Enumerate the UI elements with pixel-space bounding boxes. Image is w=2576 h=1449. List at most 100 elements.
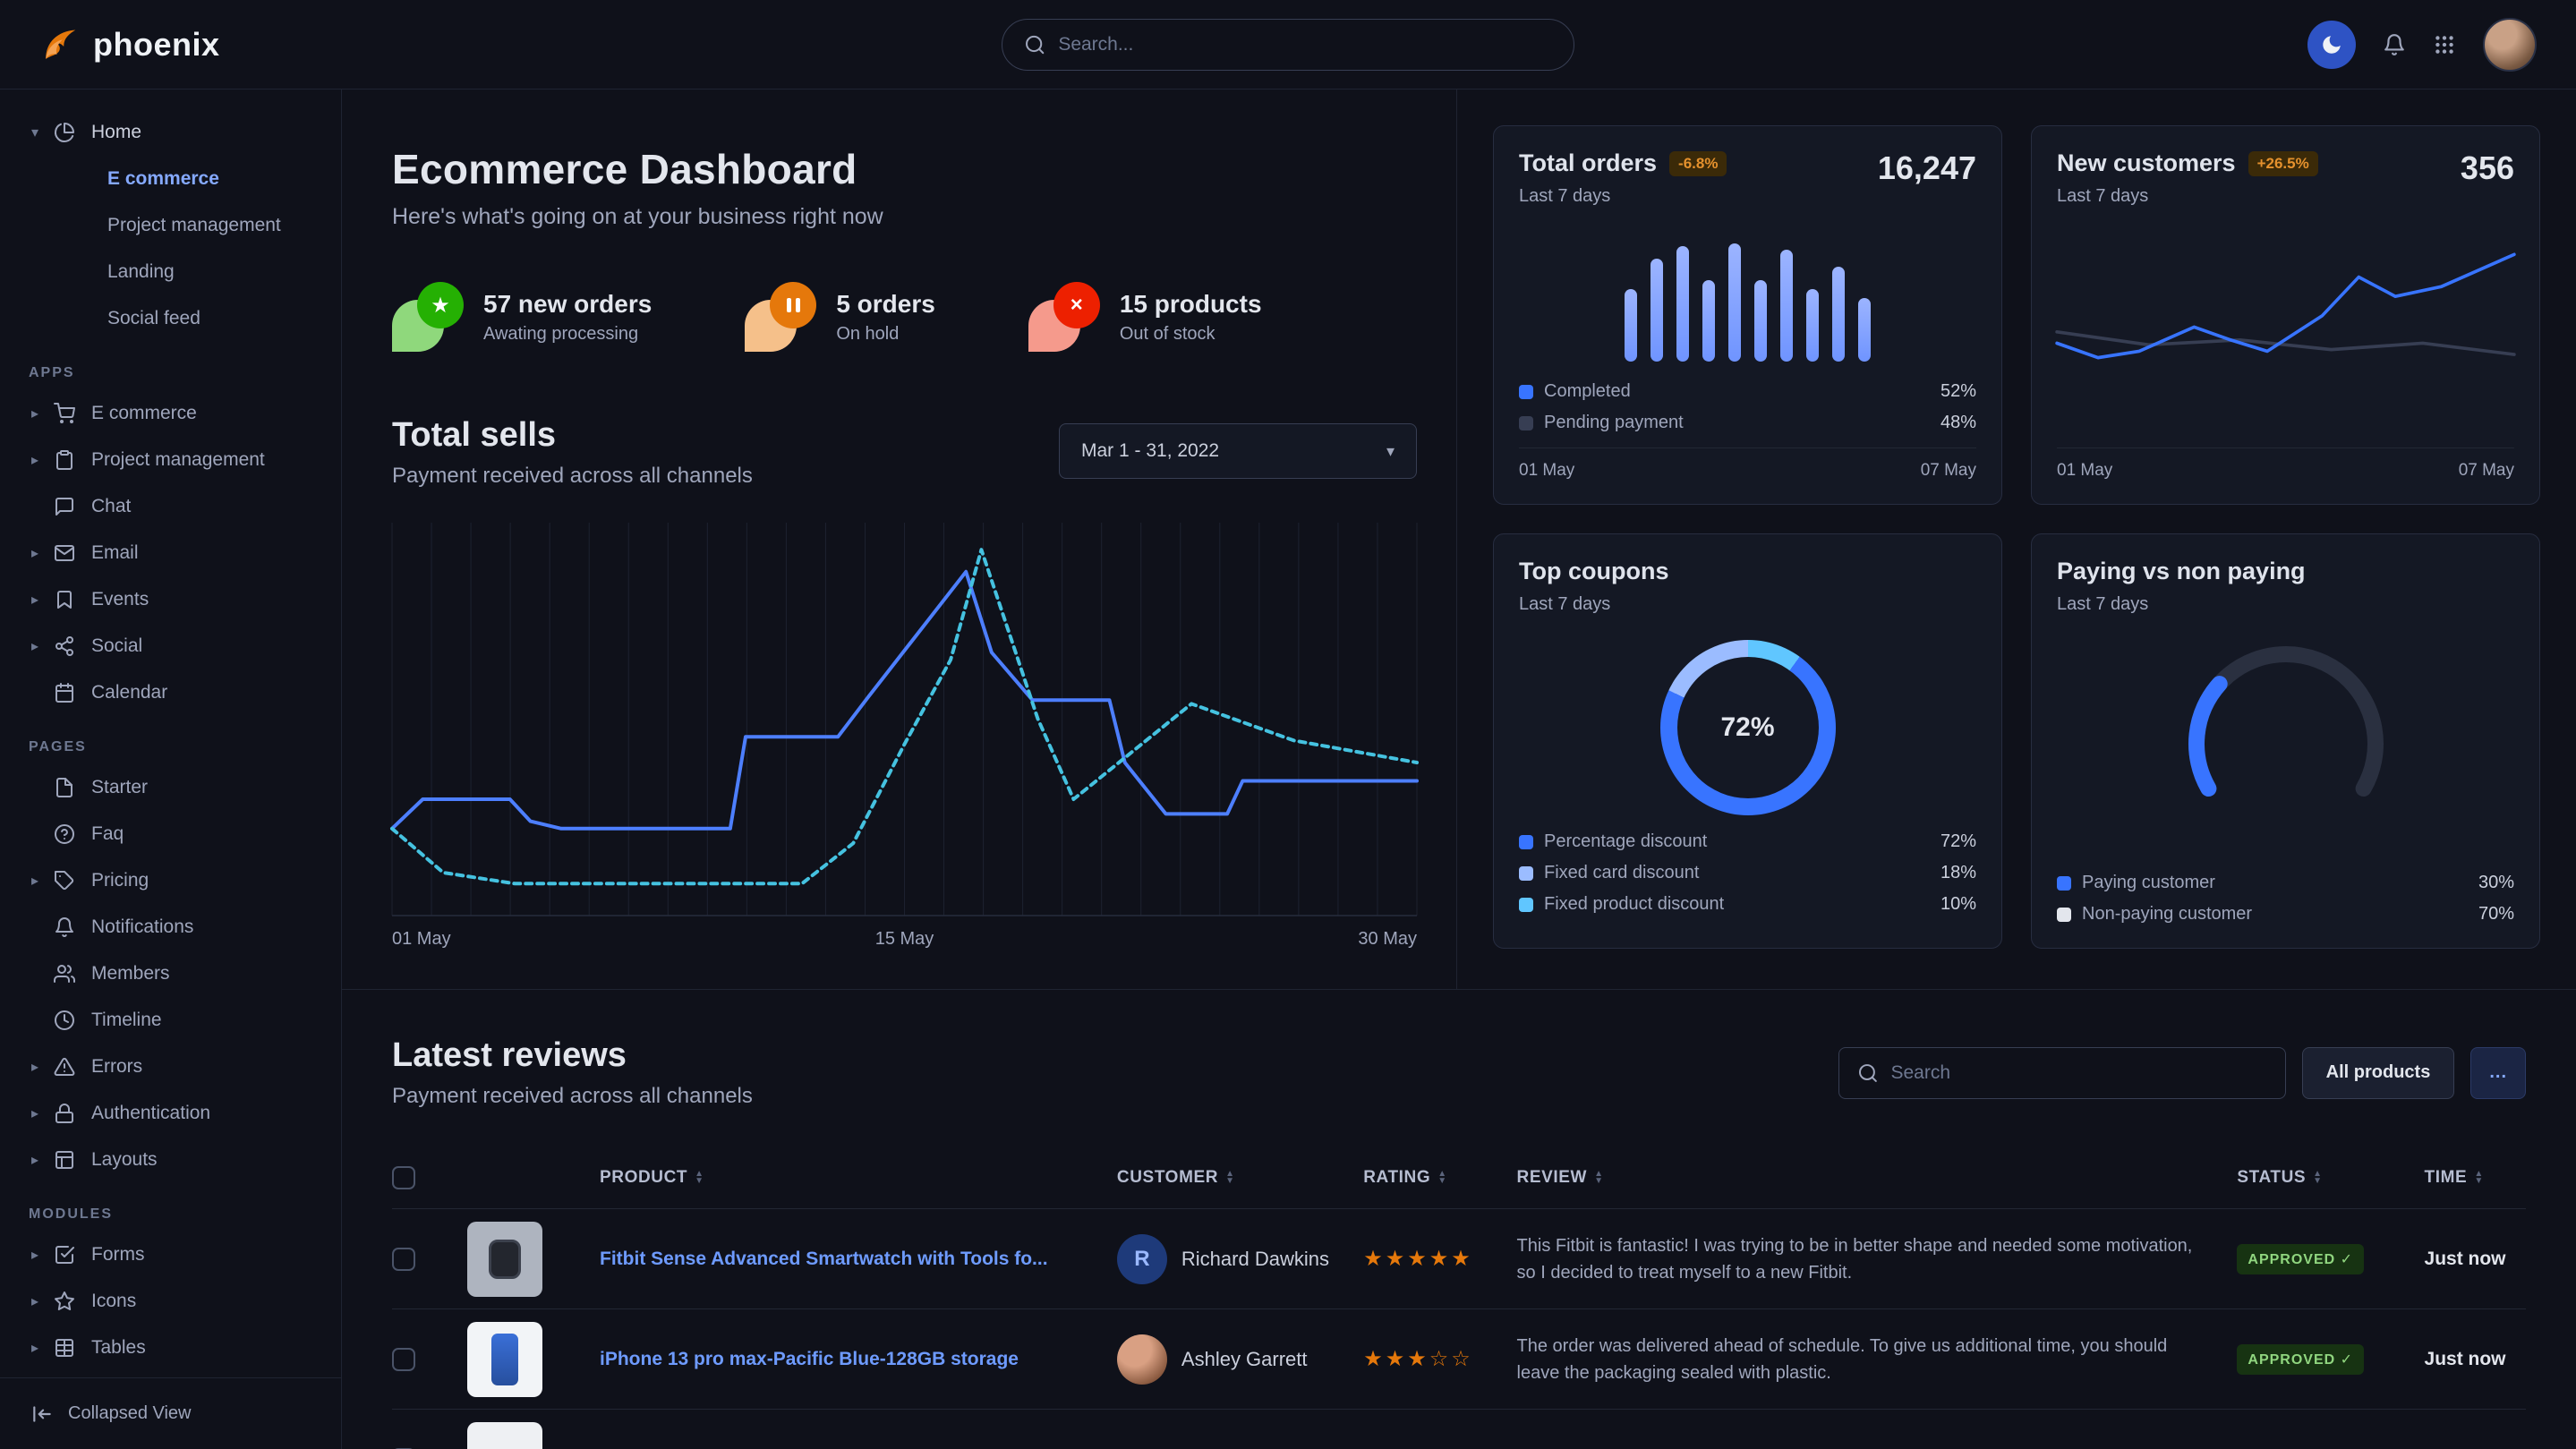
sidebar-item-landing[interactable]: Landing [27, 249, 318, 295]
donut-center-value: 72% [1720, 712, 1774, 743]
stats-row: ★57 new ordersAwating processing5 orders… [392, 282, 1417, 352]
sidebar-item-tables[interactable]: ▸Tables [27, 1325, 318, 1371]
all-products-button[interactable]: All products [2302, 1047, 2455, 1099]
sidebar-item-layouts[interactable]: ▸Layouts [27, 1137, 318, 1183]
legend-chip [1519, 835, 1533, 849]
sidebar-item-social[interactable]: ▸Social [27, 623, 318, 669]
legend-label: Non-paying customer [2082, 904, 2252, 925]
clipboard-icon [54, 449, 81, 471]
product-image-shape [489, 1240, 521, 1279]
sidebar-item-label: Home [91, 122, 141, 143]
stat-caption: Awating processing [483, 324, 652, 345]
sidebar-item-home[interactable]: ▾Home [27, 109, 318, 156]
column-label: STATUS [2237, 1168, 2306, 1188]
sidebar-item-email[interactable]: ▸Email [27, 530, 318, 576]
reviews-search-input[interactable] [1891, 1062, 2267, 1084]
calendar-icon [54, 682, 81, 703]
date-range-select[interactable]: Mar 1 - 31, 2022 ▾ [1059, 423, 1417, 479]
user-avatar[interactable] [2483, 18, 2537, 72]
sidebar-item-members[interactable]: Members [27, 950, 318, 997]
column-label: PRODUCT [600, 1168, 687, 1188]
share-icon [54, 635, 81, 657]
total-sells-subtitle: Payment received across all channels [392, 464, 753, 489]
paying-card: Paying vs non paying Last 7 days Paying … [2031, 533, 2540, 949]
time-cell: Just now [2425, 1349, 2526, 1370]
sidebar-item-components[interactable]: ▸Components [27, 1371, 318, 1377]
sidebar-item-e-commerce[interactable]: ▸E commerce [27, 390, 318, 437]
sidebar-item-social-feed[interactable]: Social feed [27, 295, 318, 342]
column-header-review[interactable]: REVIEW▲▼ [1517, 1168, 2220, 1188]
card-period: Last 7 days [2057, 186, 2318, 207]
more-options-button[interactable]: ... [2470, 1047, 2526, 1099]
sidebar-item-timeline[interactable]: Timeline [27, 997, 318, 1044]
sidebar-item-faq[interactable]: Faq [27, 811, 318, 857]
sidebar-item-label: Notifications [91, 916, 193, 938]
theme-toggle-button[interactable] [2307, 21, 2356, 69]
column-header-time[interactable]: TIME▲▼ [2425, 1168, 2526, 1188]
alert-icon [54, 1056, 81, 1078]
brand[interactable]: phoenix [39, 24, 220, 65]
apps-grid-button[interactable] [2433, 33, 2456, 56]
product-link[interactable]: Fitbit Sense Advanced Smartwatch with To… [600, 1249, 1099, 1270]
shell: ▾HomeE commerceProject managementLanding… [0, 89, 2576, 1449]
sidebar-item-starter[interactable]: Starter [27, 764, 318, 811]
total-sells-header: Total sells Payment received across all … [392, 416, 1417, 489]
clock-icon [54, 1010, 81, 1031]
global-search-input[interactable] [1058, 34, 1552, 55]
sort-icon: ▲▼ [2474, 1171, 2484, 1185]
row-checkbox[interactable] [392, 1248, 415, 1271]
legend-label: Pending payment [1544, 413, 1684, 433]
customer-avatar [1117, 1334, 1167, 1385]
product-link[interactable]: iPhone 13 pro max-Pacific Blue-128GB sto… [600, 1349, 1099, 1370]
status-cell: APPROVED ✓ [2237, 1344, 2406, 1375]
new-customers-x-axis: 01 May 07 May [2057, 447, 2514, 481]
global-search[interactable] [1002, 19, 1574, 71]
sidebar-item-icons[interactable]: ▸Icons [27, 1278, 318, 1325]
sidebar-item-project-management[interactable]: Project management [27, 202, 318, 249]
sidebar-item-events[interactable]: ▸Events [27, 576, 318, 623]
sidebar-item-calendar[interactable]: Calendar [27, 669, 318, 716]
sidebar-item-label: Email [91, 542, 139, 564]
chevron-right-icon: ▸ [27, 637, 43, 655]
latest-reviews-section: Latest reviews Payment received across a… [342, 990, 2576, 1449]
legend-chip [1519, 416, 1533, 430]
order-bar [1858, 298, 1871, 362]
row-checkbox[interactable] [392, 1348, 415, 1371]
legend-chip [2057, 876, 2071, 891]
sidebar-item-chat[interactable]: Chat [27, 483, 318, 530]
column-header-status[interactable]: STATUS▲▼ [2237, 1168, 2406, 1188]
legend-value: 70% [2478, 904, 2514, 925]
total-sells-chart [392, 523, 1417, 916]
review-row: iPhone 13 pro max-Pacific Blue-128GB sto… [392, 1309, 2526, 1410]
sidebar-item-project-management[interactable]: ▸Project management [27, 437, 318, 483]
column-header-rating[interactable]: RATING▲▼ [1363, 1168, 1498, 1188]
sidebar-item-pricing[interactable]: ▸Pricing [27, 857, 318, 904]
reviews-search[interactable] [1838, 1047, 2286, 1099]
sidebar-item-forms[interactable]: ▸Forms [27, 1232, 318, 1278]
card-period: Last 7 days [1519, 186, 1727, 207]
sidebar-item-authentication[interactable]: ▸Authentication [27, 1090, 318, 1137]
sidebar-item-e-commerce[interactable]: E commerce [27, 156, 318, 202]
review-text: This Fitbit is fantastic! I was trying t… [1517, 1232, 2220, 1286]
sidebar-item-errors[interactable]: ▸Errors [27, 1044, 318, 1090]
select-all-checkbox[interactable] [392, 1166, 415, 1189]
dashboard-cards: Total orders -6.8% Last 7 days 16,247 Co… [1457, 89, 2576, 989]
legend-chip [1519, 898, 1533, 912]
column-header-customer[interactable]: CUSTOMER▲▼ [1117, 1168, 1345, 1188]
top-coupons-card: Top coupons Last 7 days 72% Percentage d… [1493, 533, 2002, 949]
sidebar-item-label: Icons [91, 1291, 136, 1312]
collapsed-view-toggle[interactable]: Collapsed View [0, 1377, 341, 1449]
sidebar-item-notifications[interactable]: Notifications [27, 904, 318, 950]
search-icon [1024, 33, 1045, 56]
notifications-button[interactable] [2383, 33, 2406, 56]
date-range-value: Mar 1 - 31, 2022 [1081, 440, 1219, 462]
grid-icon [2433, 33, 2456, 56]
x-label: 15 May [875, 929, 934, 950]
stat-caption: Out of stock [1120, 324, 1262, 345]
customer-name: Richard Dawkins [1181, 1248, 1329, 1271]
column-header-product[interactable]: PRODUCT▲▼ [600, 1168, 1099, 1188]
sort-icon: ▲▼ [1225, 1171, 1235, 1185]
pause-icon [745, 282, 816, 352]
order-bar [1728, 243, 1741, 362]
total-orders-x-axis: 01 May 07 May [1519, 447, 1976, 481]
